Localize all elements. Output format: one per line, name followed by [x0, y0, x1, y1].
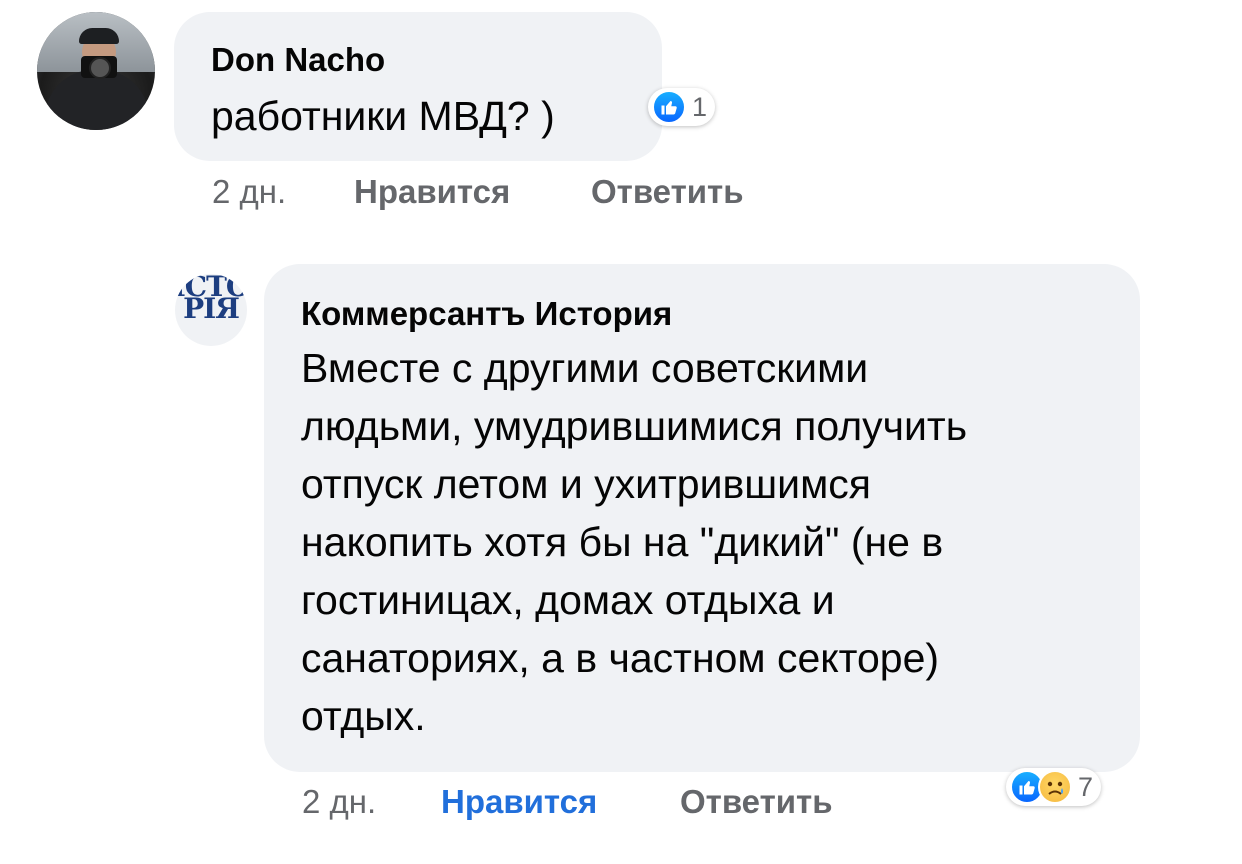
- sad-icon: [1038, 770, 1072, 804]
- comment-text-line: отдых.: [301, 693, 426, 739]
- comment-bubble: Don Nacho работники МВД? ): [174, 12, 662, 161]
- like-icon: [652, 90, 686, 124]
- reactions-summary[interactable]: 1: [648, 88, 716, 126]
- comment-bubble: Коммерсантъ История Вместе с другими сов…: [264, 264, 1140, 772]
- comment-author[interactable]: Don Nacho: [211, 41, 385, 79]
- reactions-summary[interactable]: 7: [1006, 768, 1102, 806]
- reply-button[interactable]: Ответить: [591, 173, 744, 211]
- avatar[interactable]: ІСТО РІЯ: [175, 274, 247, 346]
- comment-timestamp[interactable]: 2 дн.: [212, 173, 286, 211]
- comment-text: работники МВД? ): [211, 93, 555, 139]
- comment-text-line: отпуск летом и ухитрившимся: [301, 461, 871, 507]
- comment-thread: Don Nacho работники МВД? ) 1 2 дн. Нрави…: [0, 0, 1242, 864]
- reaction-count: 7: [1078, 771, 1094, 802]
- reaction-count: 1: [692, 91, 708, 122]
- comment-text-line: гостиницах, домах отдыха и: [301, 577, 835, 623]
- comment-text-line: людьми, умудрившимися получить: [301, 403, 968, 449]
- comment-author[interactable]: Коммерсантъ История: [301, 295, 672, 333]
- comment-text-line: санаториях, а в частном секторе): [301, 635, 940, 681]
- comment-timestamp[interactable]: 2 дн.: [302, 783, 376, 821]
- like-button[interactable]: Нравится: [354, 173, 510, 211]
- avatar[interactable]: [37, 12, 155, 130]
- comment-text-line: накопить хотя бы на "дикий" (не в: [301, 519, 944, 565]
- comment-text-line: Вместе с другими советскими: [301, 345, 869, 391]
- like-button[interactable]: Нравится: [441, 783, 597, 821]
- comment-text: Вместе с другими советскими людьми, умуд…: [301, 339, 1121, 745]
- page-logo: ІСТО РІЯ: [175, 274, 247, 325]
- reply-button[interactable]: Ответить: [680, 783, 833, 821]
